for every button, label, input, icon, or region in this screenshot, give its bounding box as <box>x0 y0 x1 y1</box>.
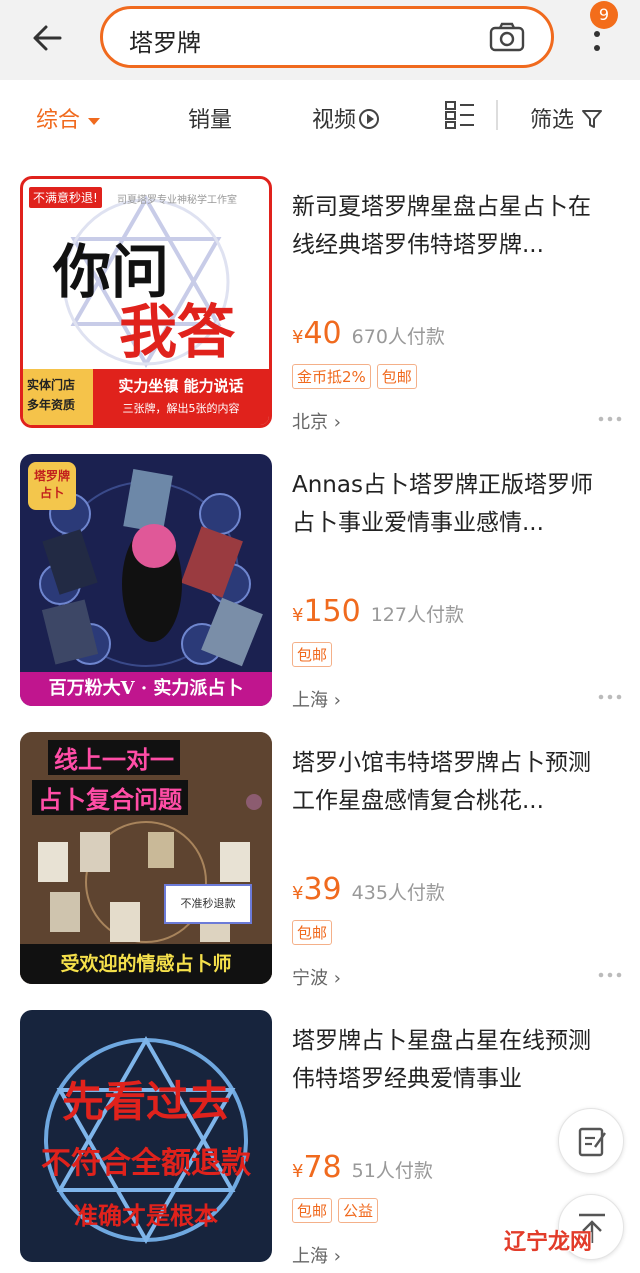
thumb-big2: 我答 <box>119 298 236 366</box>
product-thumbnail[interactable]: 塔罗牌 占卜 百万粉大V · 实力派占卜 <box>20 454 272 706</box>
shop-location[interactable]: 上海 › <box>292 686 341 712</box>
price-symbol: ¥ <box>292 327 304 348</box>
thumb-side: 实体门店 多年资质 <box>23 369 93 425</box>
product-tags: 包邮 <box>292 920 338 945</box>
back-arrow-icon[interactable] <box>26 16 70 60</box>
thumb-line2: 不符合全额退款 <box>41 1146 251 1181</box>
tag: 金币抵2% <box>292 364 371 389</box>
thumb-studio: 司夏塔罗专业神秘学工作室 <box>117 195 237 206</box>
product-tags: 金币抵2% 包邮 <box>292 364 423 389</box>
thumb-line3: 准确才是根本 <box>74 1202 218 1230</box>
thumb-mid: 不准秒退款 <box>164 884 252 924</box>
tab-sales[interactable]: 销量 <box>188 102 232 134</box>
product-thumbnail[interactable]: 线上一对一 占卜复合问题 不准秒退款 受欢迎的情感占卜师 <box>20 732 272 984</box>
product-title[interactable]: Annas占卜塔罗牌正版塔罗师占卜事业爱情事业感情... <box>292 466 610 546</box>
search-query: 塔罗牌 <box>129 29 201 57</box>
thumb-strap: 实力坐镇 能力说话 三张牌，解出5张的内容 <box>93 369 269 425</box>
price-row: ¥78 51人付款 <box>292 1150 433 1185</box>
filter-funnel-icon <box>582 110 603 128</box>
product-card[interactable]: 塔罗牌 占卜 百万粉大V · 实力派占卜 Annas占卜塔罗牌正版塔罗师占卜事业… <box>0 454 640 730</box>
sales-count: 670人付款 <box>351 326 445 348</box>
search-input[interactable]: 塔罗牌 <box>100 6 554 68</box>
thumb-corner: 塔罗牌 占卜 <box>28 462 76 510</box>
thumb-bottom: 受欢迎的情感占卜师 <box>20 944 272 984</box>
play-circle-icon <box>359 109 380 129</box>
thumb-bottom: 百万粉大V · 实力派占卜 <box>20 672 272 706</box>
thumb-top1: 线上一对一 <box>48 740 180 775</box>
shop-location[interactable]: 北京 › <box>292 408 341 434</box>
product-price: 40 <box>303 316 342 351</box>
thumb-strap-line2: 三张牌，解出5张的内容 <box>122 402 240 415</box>
product-thumbnail[interactable]: 不满意秒退! 司夏塔罗专业神秘学工作室 你问 我答 实体门店 多年资质 实力坐镇… <box>20 176 272 428</box>
tag: 包邮 <box>292 920 333 945</box>
product-tags: 包邮 公益 <box>292 1198 384 1223</box>
tab-comprehensive-label: 综合 <box>36 108 81 133</box>
feedback-button[interactable] <box>558 1108 624 1174</box>
thumb-line1: 先看过去 <box>61 1077 230 1126</box>
more-options-icon[interactable] <box>598 694 622 700</box>
product-thumbnail[interactable]: 先看过去 不符合全额退款 准确才是根本 <box>20 1010 272 1262</box>
tab-filter[interactable]: 筛选 <box>530 102 603 134</box>
product-card[interactable]: 线上一对一 占卜复合问题 不准秒退款 受欢迎的情感占卜师 塔罗小馆韦特塔罗牌占卜… <box>0 732 640 1008</box>
more-options-icon[interactable] <box>598 972 622 978</box>
product-tags: 包邮 <box>292 642 338 667</box>
filter-bar: 综合 销量 视频 筛选 <box>0 80 640 154</box>
price-row: ¥39 435人付款 <box>292 872 445 907</box>
filter-divider <box>496 100 498 130</box>
price-symbol: ¥ <box>292 605 304 626</box>
product-price: 150 <box>303 594 361 629</box>
tab-video[interactable]: 视频 <box>312 102 380 134</box>
sales-count: 51人付款 <box>351 1160 433 1182</box>
tag: 包邮 <box>376 364 417 389</box>
product-title[interactable]: 新司夏塔罗牌星盘占星占卜在线经典塔罗伟特塔罗牌... <box>292 188 610 268</box>
shop-location[interactable]: 宁波 › <box>292 964 341 990</box>
price-row: ¥40 670人付款 <box>292 316 445 351</box>
tab-sales-label: 销量 <box>188 108 233 133</box>
tab-video-label: 视频 <box>312 108 357 133</box>
tab-filter-label: 筛选 <box>530 108 575 133</box>
shop-location[interactable]: 上海 › <box>292 1242 341 1268</box>
thumb-badge: 不满意秒退! <box>29 187 102 208</box>
tag: 公益 <box>338 1198 379 1223</box>
sales-count: 435人付款 <box>351 882 445 904</box>
price-symbol: ¥ <box>292 1161 304 1182</box>
price-symbol: ¥ <box>292 883 304 904</box>
sales-count: 127人付款 <box>370 604 464 626</box>
product-title[interactable]: 塔罗小馆韦特塔罗牌占卜预测工作星盘感情复合桃花... <box>292 744 610 824</box>
camera-icon[interactable] <box>489 22 525 52</box>
edit-note-icon <box>578 1127 606 1157</box>
tab-comprehensive[interactable]: 综合 <box>36 102 101 134</box>
dropdown-triangle-icon <box>88 117 101 125</box>
notification-badge: 9 <box>590 1 618 29</box>
product-card[interactable]: 不满意秒退! 司夏塔罗专业神秘学工作室 你问 我答 实体门店 多年资质 实力坐镇… <box>0 176 640 452</box>
site-watermark: 辽宁龙网 <box>504 1230 593 1255</box>
thumb-top2: 占卜复合问题 <box>32 780 188 815</box>
list-layout-icon[interactable] <box>444 100 476 130</box>
top-bar: 塔罗牌 9 <box>0 0 640 80</box>
thumb-strap-line1: 实力坐镇 能力说话 <box>118 377 244 395</box>
price-row: ¥150 127人付款 <box>292 594 464 629</box>
tag: 包邮 <box>292 642 333 667</box>
product-title[interactable]: 塔罗牌占卜星盘占星在线预测伟特塔罗经典爱情事业 <box>292 1022 610 1102</box>
product-price: 78 <box>303 1150 342 1185</box>
product-price: 39 <box>303 872 342 907</box>
more-options-icon[interactable] <box>598 416 622 422</box>
tag: 包邮 <box>292 1198 333 1223</box>
